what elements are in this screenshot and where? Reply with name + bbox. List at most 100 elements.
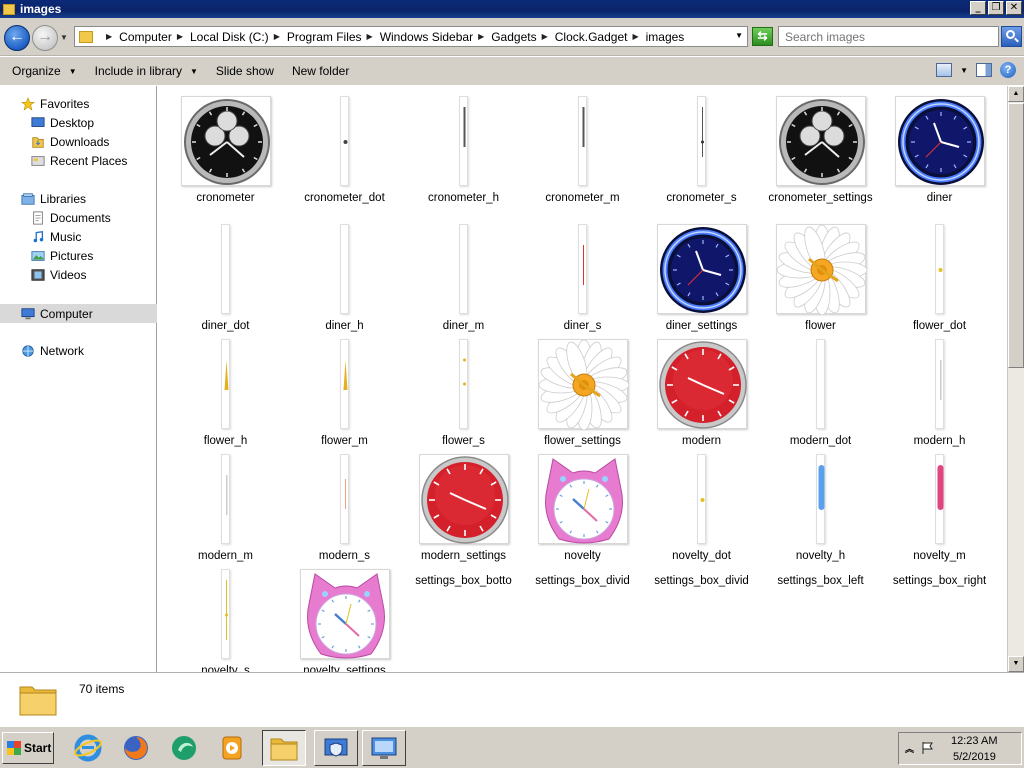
clock-time[interactable]: 12:23 AM xyxy=(951,735,997,747)
breadcrumb-item[interactable]: Clock.Gadget xyxy=(555,30,628,44)
chevron-right-icon[interactable]: ▶ xyxy=(478,32,484,41)
search-input[interactable] xyxy=(778,26,999,47)
breadcrumb-item[interactable]: Program Files xyxy=(287,30,362,44)
file-item-novelty_h[interactable]: novelty_h xyxy=(761,454,880,563)
file-item-diner_dot[interactable]: diner_dot xyxy=(166,224,285,333)
file-item-flower_s[interactable]: flower_s xyxy=(404,339,523,448)
nav-item-recent-places[interactable]: Recent Places xyxy=(30,154,127,168)
taskbar-media-player[interactable] xyxy=(210,730,254,766)
file-item-modern_h[interactable]: modern_h xyxy=(880,339,999,448)
address-bar[interactable]: ▶ Computer ▶ Local Disk (C:) ▶ Program Files… xyxy=(74,26,748,47)
file-item-modern_m[interactable]: modern_m xyxy=(166,454,285,563)
file-item-novelty_s[interactable]: novelty_s xyxy=(166,569,285,672)
scroll-up-icon[interactable]: ▲ xyxy=(1008,86,1024,102)
breadcrumb-item[interactable]: Gadgets xyxy=(491,30,536,44)
file-item-diner[interactable]: diner xyxy=(880,96,999,205)
file-item-modern_s[interactable]: modern_s xyxy=(285,454,404,563)
file-item-novelty_dot[interactable]: novelty_dot xyxy=(642,454,761,563)
breadcrumb-item[interactable]: Windows Sidebar xyxy=(380,30,473,44)
close-button[interactable]: ✕ xyxy=(1006,1,1022,15)
forward-button[interactable]: → xyxy=(32,25,58,51)
taskbar-windows-explorer[interactable] xyxy=(262,730,306,766)
file-item-diner_s[interactable]: diner_s xyxy=(523,224,642,333)
file-item-modern_settings[interactable]: modern_settings xyxy=(404,454,523,563)
file-item-settings_box_divid[interactable]: settings_box_divid xyxy=(642,569,761,588)
show-hidden-icons-icon[interactable]: ︽ xyxy=(905,742,914,755)
file-item-modern[interactable]: modern xyxy=(642,339,761,448)
recent-places-icon xyxy=(31,156,45,166)
scrollbar-thumb[interactable] xyxy=(1008,103,1024,368)
view-dropdown-icon[interactable]: ▼ xyxy=(960,66,968,75)
file-item-cronometer_settings[interactable]: cronometer_settings xyxy=(761,96,880,205)
file-item-flower_m[interactable]: flower_m xyxy=(285,339,404,448)
breadcrumb-item[interactable]: Computer xyxy=(119,30,172,44)
maximize-button[interactable]: ❐ xyxy=(988,1,1004,15)
address-dropdown-icon[interactable]: ▼ xyxy=(735,31,743,40)
help-icon[interactable]: ? xyxy=(1000,62,1016,78)
taskbar-media-center[interactable] xyxy=(162,730,206,766)
folder-icon xyxy=(19,686,57,716)
nav-libraries[interactable]: Libraries xyxy=(20,192,86,206)
file-item-modern_dot[interactable]: modern_dot xyxy=(761,339,880,448)
file-item-flower_settings[interactable]: flower_settings xyxy=(523,339,642,448)
start-button[interactable]: Start xyxy=(2,732,54,764)
preview-pane-icon[interactable] xyxy=(976,63,992,77)
chevron-right-icon[interactable]: ▶ xyxy=(632,32,638,41)
file-item-flower[interactable]: flower xyxy=(761,224,880,333)
chevron-right-icon[interactable]: ▶ xyxy=(542,32,548,41)
file-item-novelty[interactable]: novelty xyxy=(523,454,642,563)
file-item-flower_dot[interactable]: flower_dot xyxy=(880,224,999,333)
chevron-right-icon[interactable]: ▶ xyxy=(274,32,280,41)
clock-date[interactable]: 5/2/2019 xyxy=(953,751,996,763)
file-item-diner_h[interactable]: diner_h xyxy=(285,224,404,333)
nav-item-pictures[interactable]: Pictures xyxy=(30,249,93,263)
breadcrumb-item[interactable]: images xyxy=(646,30,685,44)
chevron-right-icon[interactable]: ▶ xyxy=(106,32,112,41)
chevron-right-icon[interactable]: ▶ xyxy=(367,32,373,41)
file-item-novelty_settings[interactable]: novelty_settings xyxy=(285,569,404,672)
taskbar-security-center[interactable] xyxy=(314,730,358,766)
action-center-flag-icon[interactable] xyxy=(921,741,935,755)
file-item-diner_settings[interactable]: diner_settings xyxy=(642,224,761,333)
notification-area: ︽ 12:23 AM 5/2/2019 xyxy=(898,732,1022,765)
file-item-cronometer[interactable]: cronometer xyxy=(166,96,285,205)
scroll-down-icon[interactable]: ▼ xyxy=(1008,656,1024,672)
minimize-button[interactable]: _ xyxy=(970,1,986,15)
taskbar-remote-desktop[interactable] xyxy=(362,730,406,766)
file-item-cronometer_m[interactable]: cronometer_m xyxy=(523,96,642,205)
vertical-scrollbar[interactable]: ▲ ▼ xyxy=(1007,86,1024,672)
slide-show-button[interactable]: Slide show xyxy=(210,64,280,78)
file-item-cronometer_s[interactable]: cronometer_s xyxy=(642,96,761,205)
file-name: modern_settings xyxy=(420,550,507,562)
file-item-novelty_m[interactable]: novelty_m xyxy=(880,454,999,563)
file-item-cronometer_dot[interactable]: cronometer_dot xyxy=(285,96,404,205)
nav-item-videos[interactable]: Videos xyxy=(30,268,86,282)
file-item-settings_box_botto[interactable]: settings_box_botto xyxy=(404,569,523,588)
taskbar-firefox[interactable] xyxy=(114,730,158,766)
nav-item-documents[interactable]: Documents xyxy=(30,211,111,225)
nav-network[interactable]: Network xyxy=(20,344,84,358)
file-item-cronometer_h[interactable]: cronometer_h xyxy=(404,96,523,205)
chevron-right-icon[interactable]: ▶ xyxy=(177,32,183,41)
new-folder-button[interactable]: New folder xyxy=(286,64,355,78)
history-dropdown-icon[interactable]: ▼ xyxy=(60,33,68,42)
change-view-icon[interactable] xyxy=(936,63,953,77)
file-item-diner_m[interactable]: diner_m xyxy=(404,224,523,333)
organize-button[interactable]: Organize ▼ xyxy=(6,64,83,78)
pictures-icon xyxy=(31,251,45,261)
search-button[interactable] xyxy=(1001,26,1022,47)
breadcrumb-item[interactable]: Local Disk (C:) xyxy=(190,30,269,44)
file-item-flower_h[interactable]: flower_h xyxy=(166,339,285,448)
file-item-settings_box_right[interactable]: settings_box_right xyxy=(880,569,999,588)
refresh-button[interactable]: ⇆ xyxy=(752,27,773,46)
file-item-settings_box_left[interactable]: settings_box_left xyxy=(761,569,880,588)
nav-computer[interactable]: Computer xyxy=(0,304,157,323)
back-button[interactable]: ← xyxy=(4,25,30,51)
nav-item-music[interactable]: Music xyxy=(30,230,81,244)
file-item-settings_box_divid[interactable]: settings_box_divid xyxy=(523,569,642,588)
taskbar-internet-explorer[interactable] xyxy=(66,730,110,766)
nav-item-desktop[interactable]: Desktop xyxy=(30,116,94,130)
nav-item-downloads[interactable]: Downloads xyxy=(30,135,109,149)
include-in-library-button[interactable]: Include in library ▼ xyxy=(89,64,204,78)
nav-favorites[interactable]: Favorites xyxy=(20,97,89,111)
